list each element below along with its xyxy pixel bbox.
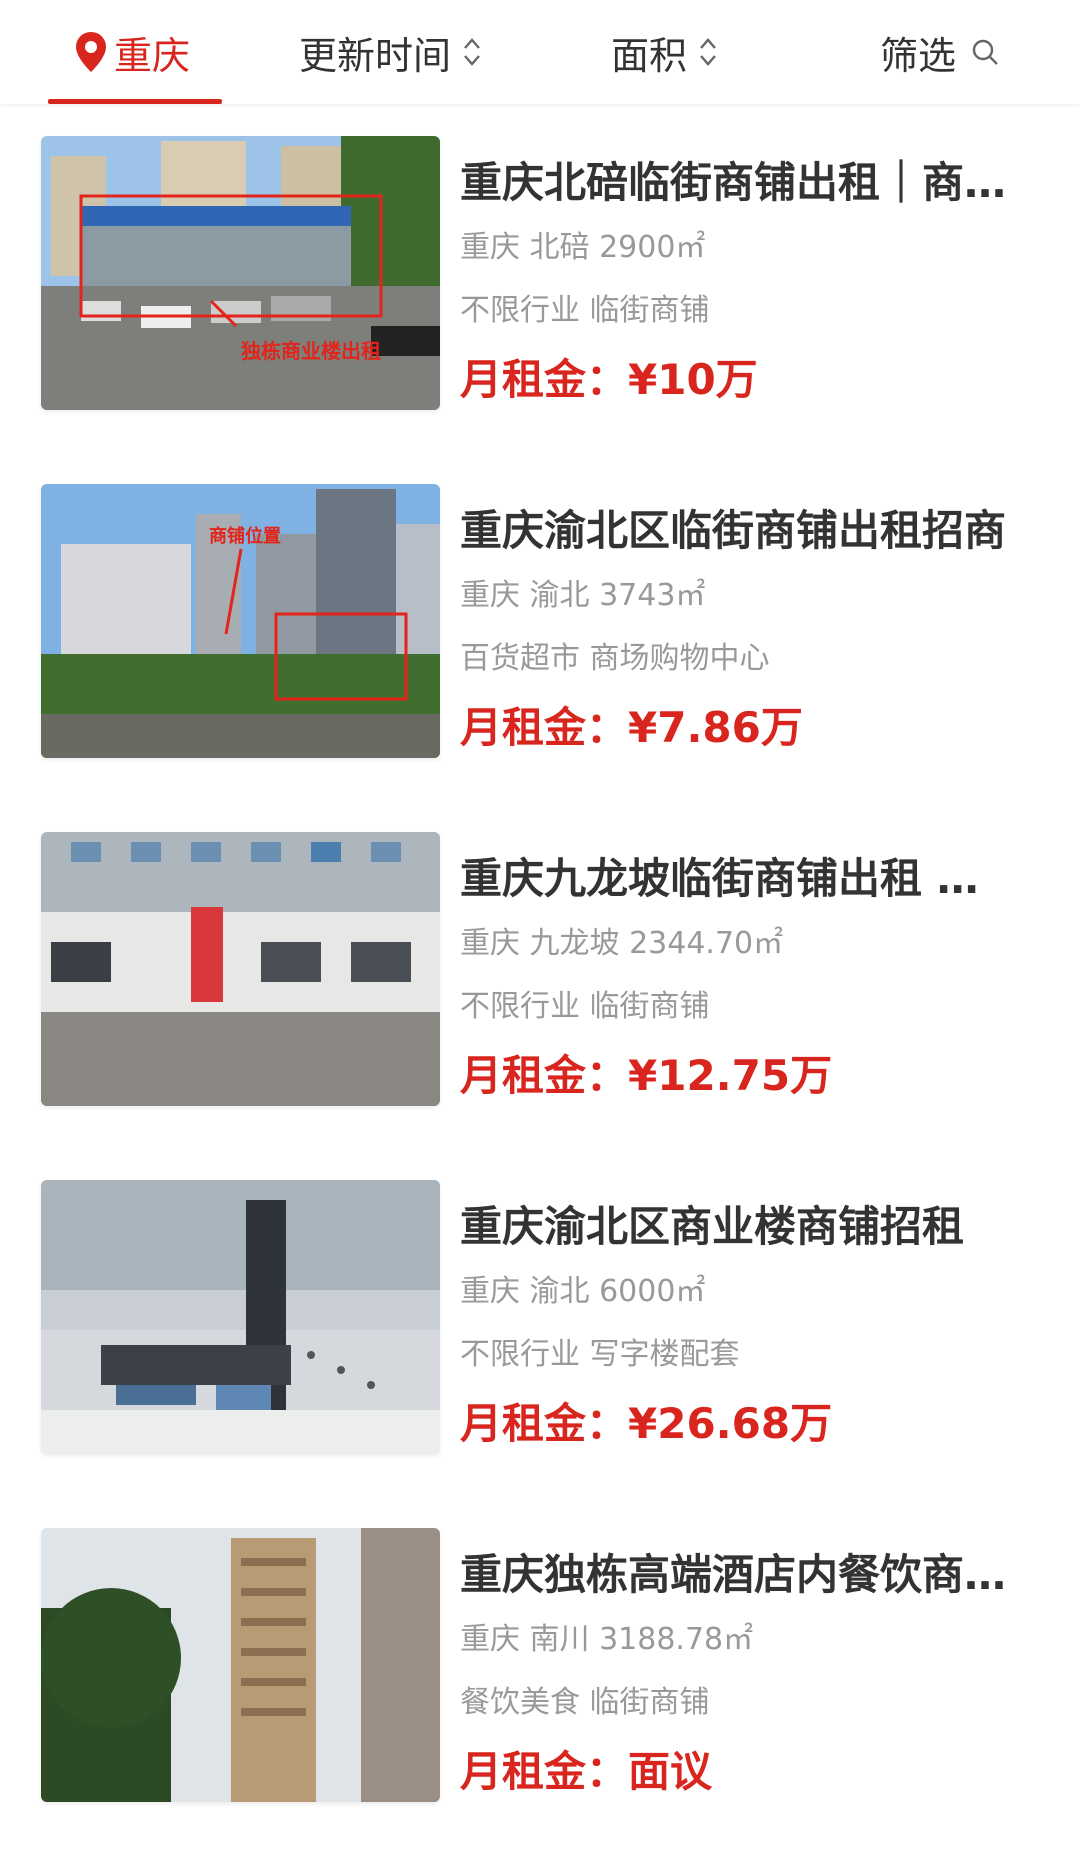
price-label: 月租金： bbox=[460, 703, 629, 752]
listing-title[interactable]: 重庆渝北区临街商铺出租招商 bbox=[460, 500, 1016, 562]
listing-title[interactable]: 重庆渝北区商业楼商铺招租 bbox=[460, 1196, 1016, 1258]
price-value: ¥7.86万 bbox=[628, 703, 803, 752]
price-label: 月租金： bbox=[460, 1399, 629, 1448]
price-label: 月租金： bbox=[460, 355, 629, 404]
listing-tags: 不限行业 临街商铺 bbox=[460, 293, 710, 328]
listing-item[interactable]: 商铺位置 重庆渝北区临街商铺出租招商 重庆 渝北 3743㎡ 百货超市 商场购物… bbox=[0, 484, 1080, 834]
listing-image[interactable] bbox=[41, 832, 440, 1106]
city-label: 重庆 bbox=[114, 33, 191, 78]
listing-image[interactable] bbox=[41, 1180, 440, 1454]
location-pin-icon bbox=[76, 32, 106, 72]
listing-item[interactable]: 重庆独栋高端酒店内餐饮商铺出租 重庆 南川 3188.78㎡ 餐饮美食 临街商铺… bbox=[0, 1528, 1080, 1868]
filter-bar: 重庆 更新时间 面积 筛选 bbox=[0, 0, 1080, 104]
listing-image[interactable]: 独栋商业楼出租 bbox=[41, 136, 440, 410]
listing-tags: 餐饮美食 临街商铺 bbox=[460, 1685, 710, 1720]
filter-label: 筛选 bbox=[880, 33, 957, 78]
listing-image[interactable]: 商铺位置 bbox=[41, 484, 440, 758]
listing-tags: 不限行业 临街商铺 bbox=[460, 989, 710, 1024]
listing-image[interactable] bbox=[41, 1528, 440, 1802]
active-tab-indicator bbox=[48, 99, 222, 104]
price-value: 面议 bbox=[628, 1747, 713, 1796]
listing-location: 重庆 北碚 2900㎡ bbox=[460, 230, 706, 265]
listing-item[interactable]: 重庆渝北区商业楼商铺招租 重庆 渝北 6000㎡ 不限行业 写字楼配套 月租金：… bbox=[0, 1180, 1080, 1530]
sort-area[interactable]: 面积 bbox=[611, 0, 719, 104]
listing-price: 月租金：¥7.86万 bbox=[460, 698, 803, 758]
price-value: ¥10万 bbox=[628, 355, 758, 404]
listing-title[interactable]: 重庆北碚临街商铺出租｜商业楼整栋出租 bbox=[460, 152, 1016, 214]
listing-location: 重庆 九龙坡 2344.70㎡ bbox=[460, 926, 784, 961]
listing-title[interactable]: 重庆九龙坡临街商铺出租 整层招租 bbox=[460, 848, 1016, 910]
image-caption: 独栋商业楼出租 bbox=[241, 339, 381, 363]
price-value: ¥12.75万 bbox=[628, 1051, 833, 1100]
search-icon bbox=[972, 39, 998, 65]
sort-update-time-label: 更新时间 bbox=[299, 33, 452, 78]
price-label: 月租金： bbox=[460, 1747, 629, 1796]
sort-area-label: 面积 bbox=[611, 33, 688, 78]
listing-location: 重庆 渝北 3743㎡ bbox=[460, 578, 706, 613]
filter-button[interactable]: 筛选 bbox=[880, 0, 1000, 104]
image-caption: 商铺位置 bbox=[209, 525, 281, 547]
listing-price: 月租金：¥12.75万 bbox=[460, 1046, 832, 1106]
price-value: ¥26.68万 bbox=[628, 1399, 833, 1448]
listing-item[interactable]: 独栋商业楼出租 重庆北碚临街商铺出租｜商业楼整栋出租 重庆 北碚 2900㎡ 不… bbox=[0, 136, 1080, 486]
listing-item[interactable]: 重庆九龙坡临街商铺出租 整层招租 重庆 九龙坡 2344.70㎡ 不限行业 临街… bbox=[0, 832, 1080, 1182]
price-label: 月租金： bbox=[460, 1051, 629, 1100]
listing-location: 重庆 渝北 6000㎡ bbox=[460, 1274, 706, 1309]
listing-price: 月租金：面议 bbox=[460, 1742, 712, 1802]
listing-price: 月租金：¥10万 bbox=[460, 350, 758, 410]
listing-location: 重庆 南川 3188.78㎡ bbox=[460, 1622, 754, 1657]
listing-price: 月租金：¥26.68万 bbox=[460, 1394, 832, 1454]
sort-update-time[interactable]: 更新时间 bbox=[299, 0, 483, 104]
sort-icon bbox=[700, 38, 716, 66]
listing-tags: 百货超市 商场购物中心 bbox=[460, 641, 770, 676]
listing-title[interactable]: 重庆独栋高端酒店内餐饮商铺出租 bbox=[460, 1544, 1016, 1606]
city-selector[interactable]: 重庆 bbox=[74, 0, 190, 104]
sort-icon bbox=[464, 38, 480, 66]
listing-tags: 不限行业 写字楼配套 bbox=[460, 1337, 740, 1372]
